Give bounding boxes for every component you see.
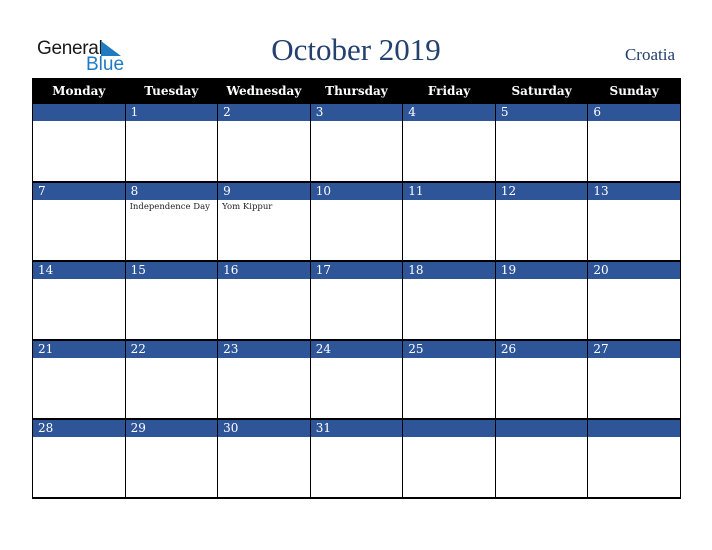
day-number[interactable]: 18	[402, 261, 496, 279]
day-number[interactable]: 26	[494, 340, 589, 358]
day-cell[interactable]	[309, 279, 404, 341]
day-cell[interactable]	[494, 437, 589, 499]
day-number[interactable]: 17	[309, 261, 404, 279]
week-date-band: 28 29 30 31	[32, 419, 681, 437]
day-cell[interactable]	[402, 200, 496, 262]
day-cell[interactable]	[494, 200, 589, 262]
day-number[interactable]: 25	[402, 340, 496, 358]
weekday-friday: Friday	[402, 78, 496, 104]
day-number[interactable]: 20	[587, 261, 681, 279]
week-date-band: 7 8 9 10 11 12 13	[32, 182, 681, 200]
day-number[interactable]	[494, 419, 589, 437]
week-events-row	[32, 437, 681, 499]
day-number[interactable]: 23	[217, 340, 311, 358]
day-cell[interactable]	[587, 437, 681, 499]
weekday-tuesday: Tuesday	[124, 78, 219, 104]
day-number[interactable]: 14	[32, 261, 126, 279]
day-cell[interactable]	[217, 279, 311, 341]
day-cell[interactable]	[402, 121, 496, 183]
day-number[interactable]	[587, 419, 681, 437]
weekday-sunday: Sunday	[587, 78, 681, 104]
day-cell[interactable]	[32, 121, 126, 183]
week-date-band: 14 15 16 17 18 19 20	[32, 261, 681, 279]
day-cell[interactable]	[309, 358, 404, 420]
day-number[interactable]: 10	[309, 182, 404, 200]
day-cell[interactable]	[402, 358, 496, 420]
day-cell[interactable]	[309, 437, 404, 499]
day-cell[interactable]	[32, 200, 126, 262]
day-number[interactable]	[32, 103, 126, 121]
day-cell[interactable]	[494, 358, 589, 420]
day-number[interactable]: 27	[587, 340, 681, 358]
day-cell[interactable]	[494, 279, 589, 341]
day-cell[interactable]	[32, 437, 126, 499]
day-number[interactable]: 21	[32, 340, 126, 358]
day-number[interactable]: 9	[217, 182, 311, 200]
day-number[interactable]: 4	[402, 103, 496, 121]
day-number[interactable]: 5	[494, 103, 589, 121]
weekday-saturday: Saturday	[494, 78, 589, 104]
day-cell[interactable]	[124, 279, 219, 341]
day-cell[interactable]	[124, 121, 219, 183]
day-number[interactable]: 29	[124, 419, 219, 437]
day-number[interactable]: 28	[32, 419, 126, 437]
day-number[interactable]	[402, 419, 496, 437]
day-cell[interactable]	[587, 200, 681, 262]
month-title: October 2019	[271, 32, 441, 67]
calendar-grid: Monday Tuesday Wednesday Thursday Friday…	[32, 78, 681, 499]
day-number[interactable]: 19	[494, 261, 589, 279]
day-number[interactable]: 1	[124, 103, 219, 121]
weekday-thursday: Thursday	[309, 78, 404, 104]
day-cell[interactable]: Yom Kippur	[217, 200, 311, 262]
day-number[interactable]: 2	[217, 103, 311, 121]
day-number[interactable]: 3	[309, 103, 404, 121]
day-cell[interactable]	[32, 358, 126, 420]
day-number[interactable]: 13	[587, 182, 681, 200]
day-number[interactable]: 6	[587, 103, 681, 121]
day-cell[interactable]	[309, 121, 404, 183]
week-date-band: 123456	[32, 103, 681, 121]
week-date-band: 21 22 23 24 25 26 27	[32, 340, 681, 358]
day-number[interactable]: 15	[124, 261, 219, 279]
day-cell[interactable]	[494, 121, 589, 183]
day-cell[interactable]	[309, 200, 404, 262]
day-cell[interactable]	[587, 121, 681, 183]
day-cell[interactable]: Independence Day	[124, 200, 219, 262]
day-cell[interactable]	[587, 358, 681, 420]
day-cell[interactable]	[402, 437, 496, 499]
day-number[interactable]: 7	[32, 182, 126, 200]
day-number[interactable]: 16	[217, 261, 311, 279]
day-cell[interactable]	[32, 279, 126, 341]
day-cell[interactable]	[217, 358, 311, 420]
week-events-row: Independence Day Yom Kippur	[32, 200, 681, 262]
day-number[interactable]: 31	[309, 419, 404, 437]
day-cell[interactable]	[402, 279, 496, 341]
country-label: Croatia	[624, 45, 675, 64]
week-events-row	[32, 121, 681, 183]
weekday-wednesday: Wednesday	[217, 78, 311, 104]
week-events-row	[32, 358, 681, 420]
weekday-header-row: Monday Tuesday Wednesday Thursday Friday…	[32, 78, 681, 104]
day-cell[interactable]	[587, 279, 681, 341]
day-cell[interactable]	[217, 121, 311, 183]
day-cell[interactable]	[124, 437, 219, 499]
weekday-monday: Monday	[32, 78, 126, 104]
day-number[interactable]: 11	[402, 182, 496, 200]
day-number[interactable]: 24	[309, 340, 404, 358]
day-number[interactable]: 12	[494, 182, 589, 200]
day-cell[interactable]	[124, 358, 219, 420]
week-events-row	[32, 279, 681, 341]
day-number[interactable]: 22	[124, 340, 219, 358]
day-number[interactable]: 30	[217, 419, 311, 437]
day-number[interactable]: 8	[124, 182, 219, 200]
day-cell[interactable]	[217, 437, 311, 499]
